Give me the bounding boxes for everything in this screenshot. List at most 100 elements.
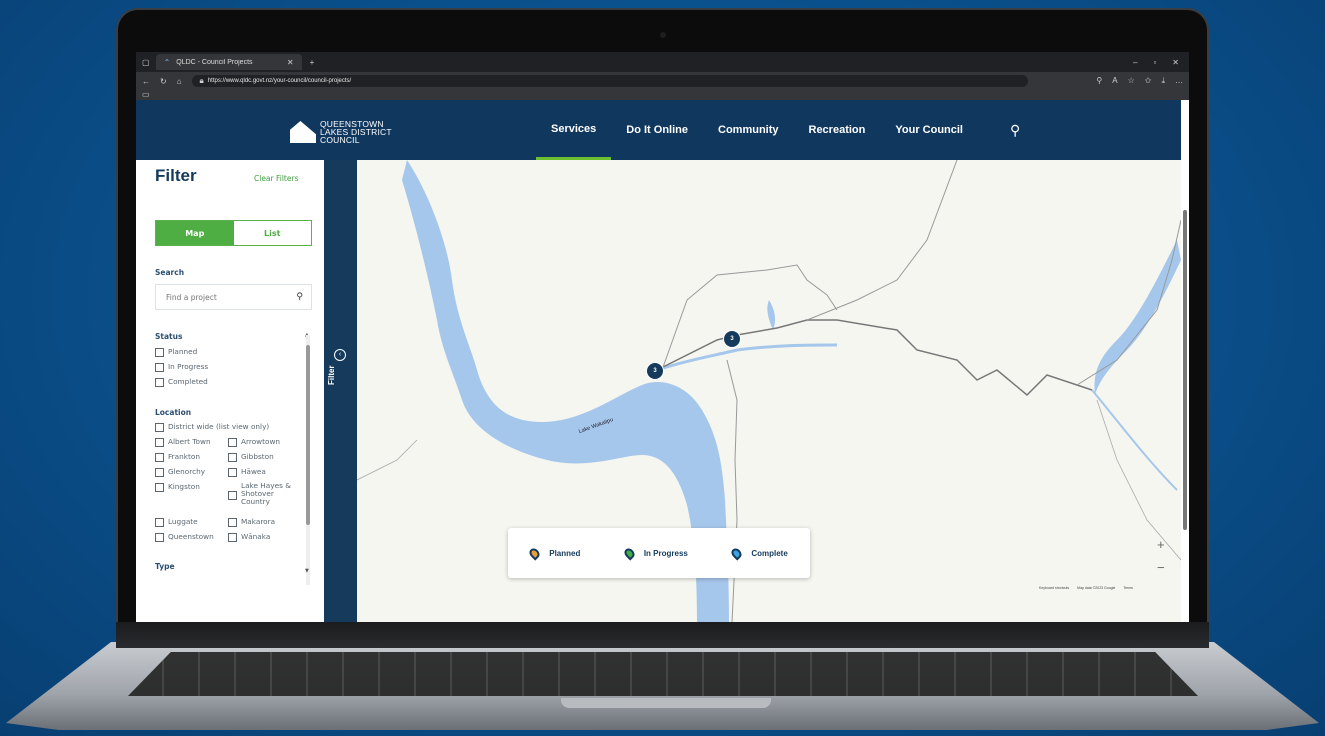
location-makarora-checkbox[interactable]: Makarora — [228, 517, 275, 527]
legend-in-progress: In Progress — [622, 545, 688, 561]
zoom-controls: + − — [1157, 537, 1165, 575]
clutha-river — [1091, 389, 1178, 491]
lake-hawea — [1094, 240, 1181, 395]
refresh-icon[interactable]: ↻ — [160, 77, 167, 86]
download-icon[interactable]: ⤓ — [1161, 76, 1165, 86]
more-icon[interactable]: … — [1175, 76, 1183, 86]
site-favicon-icon: ⌃ — [163, 57, 171, 67]
road-west — [357, 439, 418, 481]
minimize-icon[interactable]: – — [1133, 58, 1137, 67]
favorites-folder-icon[interactable]: ▭ — [142, 90, 150, 99]
location-arrowtown-checkbox[interactable]: Arrowtown — [228, 437, 280, 447]
back-icon[interactable]: ← — [142, 77, 150, 86]
location-kingston-checkbox[interactable]: Kingston — [155, 482, 200, 492]
favorites-bar-icon[interactable]: ✩ — [1145, 76, 1152, 86]
zoom-in-button[interactable]: + — [1157, 537, 1165, 552]
filter-scrollbar[interactable] — [306, 335, 310, 585]
project-cluster-marker[interactable]: 3 — [647, 363, 663, 379]
laptop-screen: ▢ ⌃ QLDC - Council Projects ✕ + – ▫ ✕ ← … — [136, 52, 1189, 622]
filter-panel: Filter Clear Filters Map List Search ⚲ S… — [136, 160, 324, 622]
road-south — [726, 359, 738, 622]
url-field[interactable]: 🔒︎ https://www.qldc.govt.nz/your-council… — [191, 75, 1028, 87]
zoom-out-button[interactable]: − — [1157, 560, 1165, 575]
lake-hayes — [767, 300, 776, 330]
page-scrollbar[interactable] — [1181, 100, 1189, 622]
map-view-button[interactable]: Map — [156, 221, 234, 245]
in-progress-pin-icon — [622, 545, 637, 561]
new-tab-icon[interactable]: + — [310, 58, 315, 67]
keyboard-shortcuts-link[interactable]: Keyboard shortcuts — [1039, 586, 1069, 590]
status-in-progress-checkbox[interactable]: In Progress — [155, 362, 208, 372]
location-frankton-checkbox[interactable]: Frankton — [155, 452, 200, 462]
planned-pin-icon — [527, 545, 542, 561]
nav-services[interactable]: Services — [536, 100, 612, 160]
tab-title: QLDC - Council Projects — [176, 58, 253, 66]
close-window-icon[interactable]: ✕ — [1172, 58, 1179, 67]
favorites-bar: ▭ — [136, 90, 1189, 100]
location-wanaka-checkbox[interactable]: Wānaka — [228, 532, 270, 542]
filter-collapse-strip[interactable]: ‹ Filter — [324, 160, 357, 622]
location-label: Location — [155, 408, 192, 417]
scroll-down-icon[interactable]: ▼ — [305, 568, 309, 574]
kawarau-river — [656, 343, 838, 372]
complete-pin-icon — [729, 545, 744, 561]
legend-planned: Planned — [527, 545, 580, 561]
location-albert-town-checkbox[interactable]: Albert Town — [155, 437, 211, 447]
status-label: Status — [155, 332, 183, 341]
collapse-arrow-icon[interactable]: ‹ — [334, 349, 346, 361]
location-glenorchy-checkbox[interactable]: Glenorchy — [155, 467, 205, 477]
clear-filters-link[interactable]: Clear Filters — [254, 174, 298, 183]
search-icon[interactable]: ⚲ — [1010, 122, 1020, 139]
list-view-button[interactable]: List — [233, 221, 311, 245]
filter-title: Filter — [155, 166, 197, 185]
nav-community[interactable]: Community — [703, 100, 794, 160]
location-lake-hayes-checkbox[interactable]: Lake Hayes & Shotover Country — [228, 482, 298, 506]
legend-complete: Complete — [729, 545, 788, 561]
laptop-notch — [561, 698, 771, 708]
road-crown-range — [806, 160, 958, 321]
project-search-input[interactable] — [164, 291, 288, 303]
address-bar-row: ← ↻ ⌂ 🔒︎ https://www.qldc.govt.nz/your-c… — [136, 72, 1189, 90]
browser-tab-bar: ▢ ⌃ QLDC - Council Projects ✕ + – ▫ ✕ — [136, 52, 1189, 72]
location-luggate-checkbox[interactable]: Luggate — [155, 517, 198, 527]
nav-your-council[interactable]: Your Council — [880, 100, 978, 160]
maximize-icon[interactable]: ▫ — [1153, 58, 1156, 67]
terms-link[interactable]: Terms — [1123, 586, 1133, 590]
map-attribution: Keyboard shortcuts Map data ©2023 Google… — [1039, 586, 1133, 590]
nav-recreation[interactable]: Recreation — [794, 100, 881, 160]
filter-strip-label: Filter — [327, 365, 336, 385]
status-completed-checkbox[interactable]: Completed — [155, 377, 208, 387]
location-district-wide-checkbox[interactable]: District wide (list view only) — [155, 422, 269, 432]
url-text: https://www.qldc.govt.nz/your-council/co… — [207, 78, 352, 84]
laptop-camera — [660, 32, 666, 38]
map-data-text: Map data ©2023 Google — [1077, 586, 1116, 590]
browser-tab[interactable]: ⌃ QLDC - Council Projects ✕ — [155, 54, 302, 70]
view-toggle: Map List — [155, 220, 312, 246]
site-header: QUEENSTOWN LAKES DISTRICT COUNCIL Servic… — [136, 100, 1181, 160]
laptop-keyboard — [128, 652, 1198, 696]
location-queenstown-checkbox[interactable]: Queenstown — [155, 532, 214, 542]
map-legend: Planned In Progress Complete — [508, 528, 810, 578]
status-planned-checkbox[interactable]: Planned — [155, 347, 197, 357]
location-hawea-checkbox[interactable]: Hāwea — [228, 467, 266, 477]
project-cluster-marker[interactable]: 3 — [724, 331, 740, 347]
location-icon[interactable]: ⚲ — [1096, 76, 1102, 86]
search-submit-icon[interactable]: ⚲ — [296, 292, 303, 302]
lock-icon: 🔒︎ — [199, 76, 204, 85]
favorite-icon[interactable]: ☆ — [1128, 76, 1135, 86]
project-search-box: ⚲ — [155, 284, 312, 310]
close-tab-icon[interactable]: ✕ — [287, 58, 294, 67]
tab-actions-icon[interactable]: ▢ — [142, 58, 150, 67]
read-aloud-icon[interactable]: A — [1112, 76, 1117, 86]
main-nav: Services Do It Online Community Recreati… — [536, 100, 978, 160]
home-icon[interactable]: ⌂ — [177, 77, 182, 86]
road-east — [1076, 219, 1181, 386]
road-sh6 — [656, 319, 1093, 397]
nav-do-it-online[interactable]: Do It Online — [611, 100, 703, 160]
qldc-logo[interactable]: QUEENSTOWN LAKES DISTRICT COUNCIL — [290, 120, 392, 144]
location-gibbston-checkbox[interactable]: Gibbston — [228, 452, 274, 462]
logo-line-3: COUNCIL — [320, 135, 360, 145]
mountain-logo-icon — [290, 121, 316, 143]
project-map[interactable]: Lake Wakatipu 3 3 Planned In Progress Co… — [357, 160, 1181, 622]
website: QUEENSTOWN LAKES DISTRICT COUNCIL Servic… — [136, 100, 1181, 622]
